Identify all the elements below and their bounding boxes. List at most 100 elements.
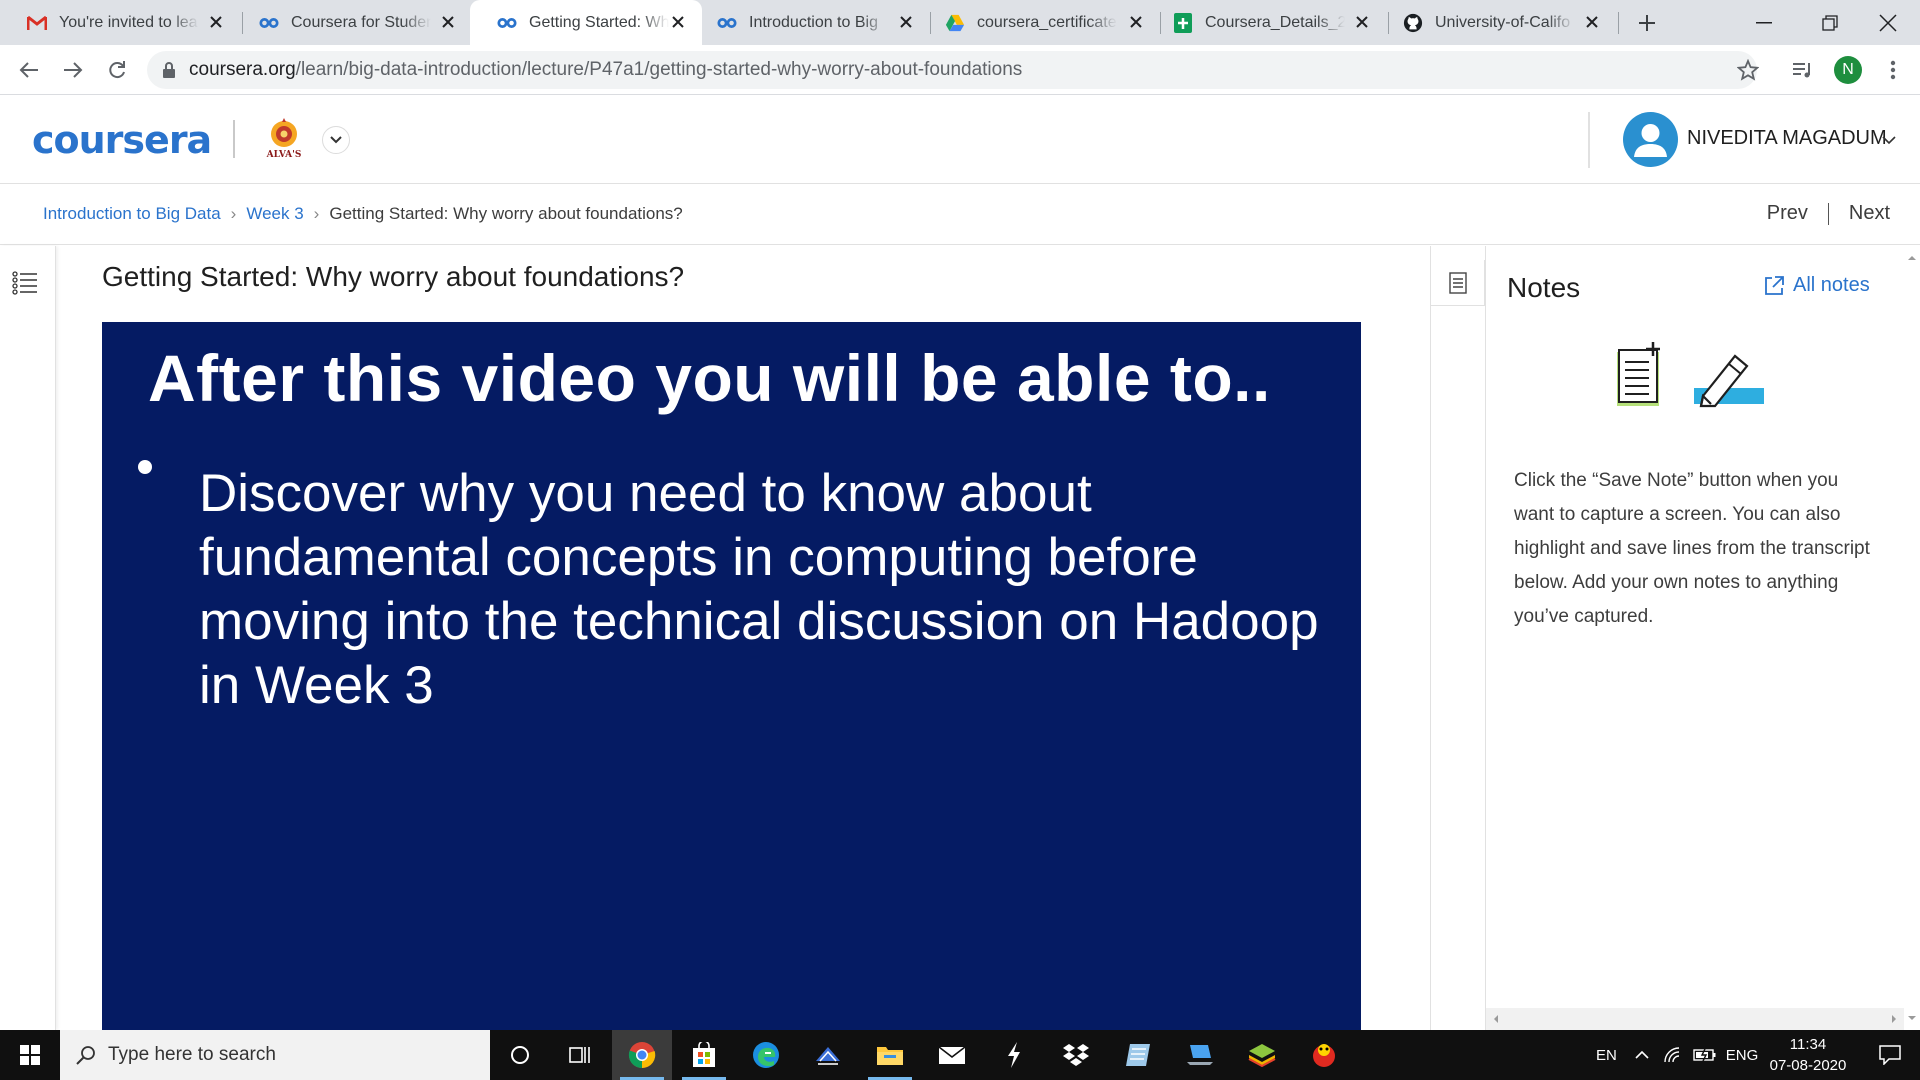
media-control-button[interactable] [1788,55,1818,85]
url-host: coursera.org [189,59,296,80]
edge-icon [753,1042,779,1068]
taskbar-bluestacks[interactable] [1232,1030,1292,1080]
browser-menu-button[interactable] [1878,55,1908,85]
layers-icon [1248,1044,1276,1068]
all-notes-link[interactable]: All notes [1763,274,1870,297]
tab-github[interactable]: University-of-Califo [1376,0,1616,45]
next-button[interactable]: Next [1849,202,1890,225]
taskbar-search-box[interactable]: Type here to search [60,1030,490,1080]
taskbar-remote-desktop[interactable] [1170,1030,1230,1080]
cortana-button[interactable] [490,1030,550,1080]
taskbar-chrome[interactable] [612,1030,672,1080]
start-button[interactable] [0,1030,60,1080]
dropbox-icon [1063,1044,1089,1066]
taskbar-dropbox[interactable] [1046,1030,1106,1080]
store-icon [693,1042,715,1067]
notes-toggle-button[interactable] [1431,260,1485,306]
video-player[interactable]: After this video you will be able to.. D… [102,322,1361,1030]
taskbar-file-explorer[interactable] [860,1030,920,1080]
close-icon[interactable] [438,12,458,32]
task-view-icon [569,1047,590,1063]
taskbar-store[interactable] [674,1030,734,1080]
user-name[interactable]: NIVEDITA MAGADUM [1687,127,1887,150]
kebab-menu-icon [1890,60,1896,80]
language-short-label: EN [1596,1046,1617,1064]
breadcrumb-separator: › [230,204,237,223]
tab-gmail-invite[interactable]: You're invited to lea [0,0,240,45]
close-icon[interactable] [668,12,688,32]
tab-label: Coursera_Details_2r [1205,13,1345,31]
action-center-button[interactable] [1860,1030,1920,1080]
github-icon [1403,13,1423,33]
tab-introduction-big-data[interactable]: Introduction to Big [690,0,930,45]
restore-button[interactable] [1797,0,1863,45]
address-bar[interactable]: coursera.org/learn/big-data-introduction… [147,51,1757,89]
scroll-down-icon [1908,1016,1916,1020]
close-icon[interactable] [1352,12,1372,32]
taskbar-mail[interactable] [922,1030,982,1080]
coursera-icon [259,13,279,33]
breadcrumb: Introduction to Big Data › Week 3 › Gett… [43,204,683,224]
battery-icon [1693,1048,1716,1062]
notes-column-divider [1485,246,1486,1030]
tab-getting-started[interactable]: Getting Started: Wh [470,0,702,45]
forward-button[interactable] [58,55,88,85]
notes-illustration [1617,342,1767,413]
slide-bullet-text: Discover why you need to know about fund… [199,464,1319,715]
restore-icon [1822,14,1838,31]
coursera-logo[interactable]: coursera [32,118,212,162]
partner-logo[interactable]: ALVA'S [262,116,306,164]
scroll-up-icon [1908,256,1916,260]
notes-icon [1448,271,1467,294]
profile-button[interactable]: N [1833,55,1863,85]
list-icon [12,271,37,295]
tray-network[interactable] [1656,1030,1690,1080]
close-icon[interactable] [1582,12,1602,32]
taskbar-edge[interactable] [736,1030,796,1080]
tab-label: Getting Started: Wh [529,13,669,31]
tray-language-short[interactable]: EN [1596,1030,1617,1080]
notebook-icon [1126,1044,1150,1066]
user-menu-caret[interactable] [1882,132,1896,150]
tab-coursera-students[interactable]: Coursera for Studen [232,0,472,45]
taskbar-clock[interactable]: 11:34 07-08-2020 [1758,1034,1858,1076]
close-icon[interactable] [896,12,916,32]
taskbar-app-bolt[interactable] [984,1030,1044,1080]
breadcrumb-course-link[interactable]: Introduction to Big Data [43,204,221,224]
close-icon[interactable] [1126,12,1146,32]
close-window-button[interactable] [1856,0,1920,45]
taskbar-app-3d[interactable] [798,1030,858,1080]
prev-button[interactable]: Prev [1767,202,1808,225]
tab-coursera-details[interactable]: Coursera_Details_2r [1146,0,1386,45]
tab-coursera-certificate[interactable]: coursera_certificate [918,0,1160,45]
taskbar-app-character[interactable] [1294,1030,1354,1080]
note-and-highlighter-icon [1617,342,1764,408]
back-button[interactable] [14,55,44,85]
reload-button[interactable] [102,55,132,85]
partner-logo-text: ALVA'S [266,150,302,160]
browser-toolbar: coursera.org/learn/big-data-introduction… [0,45,1920,95]
tray-input-language[interactable]: ENG [1722,1030,1762,1080]
wifi-icon [1664,1047,1680,1063]
tab-label: coursera_certificate [977,13,1117,31]
tray-battery[interactable] [1688,1030,1722,1080]
close-icon [1879,13,1897,32]
horizontal-scrollbar[interactable] [1486,1008,1904,1030]
user-avatar[interactable] [1623,112,1678,167]
profile-initial: N [1842,61,1854,78]
breadcrumb-week-link[interactable]: Week 3 [246,204,303,224]
tray-show-hidden-icons[interactable] [1624,1030,1660,1080]
close-icon[interactable] [206,12,226,32]
coursera-icon [717,13,737,33]
vertical-scrollbar[interactable] [1904,246,1920,1030]
minimize-button[interactable] [1731,0,1797,45]
task-view-button[interactable] [550,1030,610,1080]
course-outline-button[interactable] [12,271,38,300]
bookmark-star-button[interactable] [1733,55,1763,85]
browser-tab-strip: You're invited to lea Coursera for Stude… [0,0,1920,45]
star-icon [1737,59,1759,81]
partner-dropdown-button[interactable] [322,126,350,154]
taskbar-notes-app[interactable] [1108,1030,1168,1080]
new-tab-button[interactable] [1614,0,1680,45]
mascot-icon [1313,1044,1335,1067]
